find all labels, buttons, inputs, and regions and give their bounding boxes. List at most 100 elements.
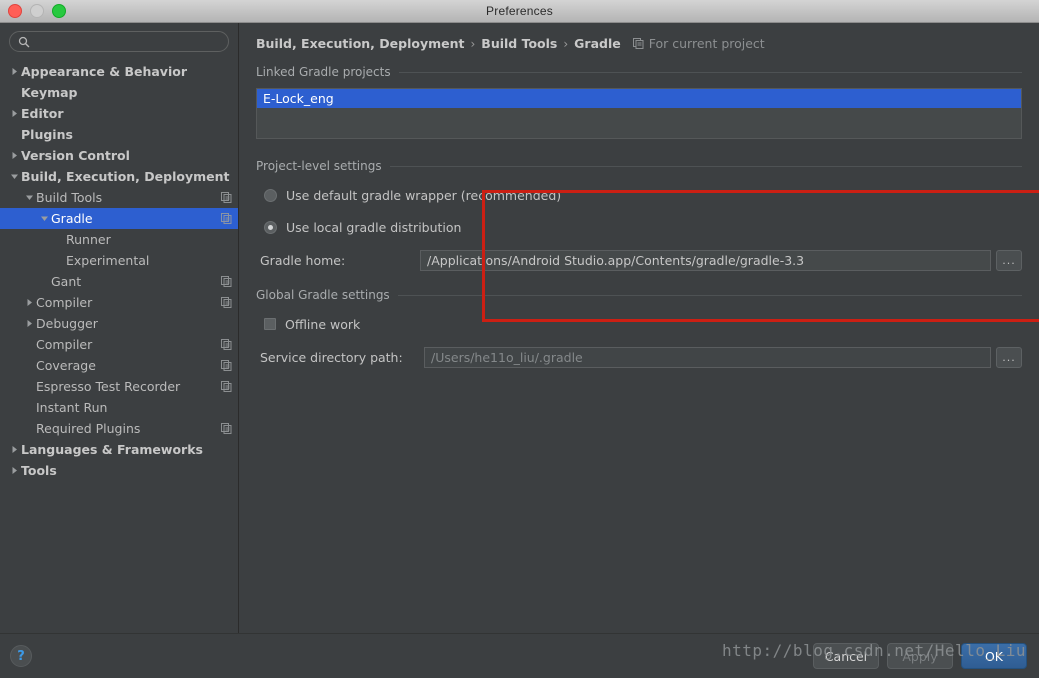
project-settings-title: Project-level settings bbox=[256, 159, 382, 173]
breadcrumb-separator: › bbox=[563, 36, 569, 51]
chevron-right-icon[interactable] bbox=[23, 319, 36, 328]
sidebar-item-editor[interactable]: Editor bbox=[0, 103, 238, 124]
search-icon bbox=[18, 36, 30, 48]
project-scope-icon bbox=[221, 297, 232, 308]
linked-projects-list[interactable]: E-Lock_eng bbox=[256, 88, 1022, 139]
sidebar-item-required-plugins[interactable]: Required Plugins bbox=[0, 418, 238, 439]
sidebar-item-label: Languages & Frameworks bbox=[21, 442, 203, 457]
sidebar-item-label: Appearance & Behavior bbox=[21, 64, 187, 79]
sidebar-item-label: Instant Run bbox=[36, 400, 108, 415]
sidebar-item-version-control[interactable]: Version Control bbox=[0, 145, 238, 166]
cancel-button[interactable]: Cancel bbox=[813, 643, 879, 669]
breadcrumb: Build, Execution, Deployment › Build Too… bbox=[239, 23, 1039, 51]
sidebar-item-label: Required Plugins bbox=[36, 421, 141, 436]
chevron-right-icon[interactable] bbox=[8, 466, 21, 475]
apply-button[interactable]: Apply bbox=[887, 643, 953, 669]
breadcrumb-item-2[interactable]: Build Tools bbox=[481, 36, 557, 51]
project-scope-icon bbox=[221, 276, 232, 287]
sidebar-item-appearance-behavior[interactable]: Appearance & Behavior bbox=[0, 61, 238, 82]
project-scope-icon bbox=[221, 339, 232, 350]
service-directory-row: Service directory path: /Users/he11o_liu… bbox=[256, 347, 1022, 368]
radio-use-default-wrapper[interactable]: Use default gradle wrapper (recommended) bbox=[256, 185, 1022, 205]
checkbox[interactable] bbox=[264, 318, 276, 330]
minimize-button[interactable] bbox=[30, 4, 44, 18]
breadcrumb-item-1[interactable]: Build, Execution, Deployment bbox=[256, 36, 464, 51]
list-item-label: E-Lock_eng bbox=[263, 91, 334, 106]
gradle-home-browse-button[interactable]: ... bbox=[996, 250, 1022, 271]
sidebar-item-coverage[interactable]: Coverage bbox=[0, 355, 238, 376]
sidebar-item-instant-run[interactable]: Instant Run bbox=[0, 397, 238, 418]
section-divider bbox=[398, 71, 1022, 73]
sidebar-item-label: Gradle bbox=[51, 211, 93, 226]
window-controls bbox=[8, 0, 66, 22]
close-button[interactable] bbox=[8, 4, 22, 18]
sidebar-item-languages-frameworks[interactable]: Languages & Frameworks bbox=[0, 439, 238, 460]
sidebar-item-runner[interactable]: Runner bbox=[0, 229, 238, 250]
radio-button[interactable] bbox=[264, 188, 277, 202]
breadcrumb-item-3[interactable]: Gradle bbox=[574, 36, 621, 51]
sidebar-item-gradle[interactable]: Gradle bbox=[0, 208, 238, 229]
sidebar-item-keymap[interactable]: Keymap bbox=[0, 82, 238, 103]
sidebar-item-label: Runner bbox=[66, 232, 111, 247]
chevron-right-icon[interactable] bbox=[23, 298, 36, 307]
sidebar-item-label: Coverage bbox=[36, 358, 96, 373]
help-button[interactable]: ? bbox=[10, 645, 32, 667]
search-input[interactable] bbox=[35, 34, 220, 49]
dialog-footer: ? Cancel Apply OK bbox=[0, 633, 1039, 678]
maximize-button[interactable] bbox=[52, 4, 66, 18]
chevron-down-icon[interactable] bbox=[23, 193, 36, 202]
sidebar-item-label: Version Control bbox=[21, 148, 130, 163]
gradle-home-input[interactable]: /Applications/Android Studio.app/Content… bbox=[420, 250, 991, 271]
sidebar-item-label: Plugins bbox=[21, 127, 73, 142]
sidebar-item-debugger[interactable]: Debugger bbox=[0, 313, 238, 334]
section-divider bbox=[397, 294, 1022, 296]
project-scope-icon bbox=[632, 38, 644, 49]
gradle-home-label: Gradle home: bbox=[260, 253, 346, 268]
sidebar-item-build-execution-deployment[interactable]: Build, Execution, Deployment bbox=[0, 166, 238, 187]
linked-projects-title: Linked Gradle projects bbox=[256, 65, 391, 79]
service-directory-browse-button[interactable]: ... bbox=[996, 347, 1022, 368]
global-settings-title: Global Gradle settings bbox=[256, 288, 390, 302]
project-level-settings-section: Project-level settings Use default gradl… bbox=[256, 159, 1022, 271]
section-divider bbox=[389, 165, 1022, 167]
sidebar-item-compiler[interactable]: Compiler bbox=[0, 334, 238, 355]
scope-label: For current project bbox=[648, 36, 765, 51]
chevron-right-icon[interactable] bbox=[8, 151, 21, 160]
ok-button[interactable]: OK bbox=[961, 643, 1027, 669]
linked-projects-header: Linked Gradle projects bbox=[256, 65, 1022, 79]
service-directory-input[interactable]: /Users/he11o_liu/.gradle bbox=[424, 347, 991, 368]
chevron-down-icon[interactable] bbox=[8, 172, 21, 181]
sidebar-item-gant[interactable]: Gant bbox=[0, 271, 238, 292]
project-scope-icon bbox=[221, 213, 232, 224]
chevron-right-icon[interactable] bbox=[8, 109, 21, 118]
title-bar: Preferences bbox=[0, 0, 1039, 23]
sidebar-item-compiler[interactable]: Compiler bbox=[0, 292, 238, 313]
sidebar-item-build-tools[interactable]: Build Tools bbox=[0, 187, 238, 208]
preferences-window: Preferences Appearance & Behavior Keymap E… bbox=[0, 0, 1039, 678]
linked-projects-section: Linked Gradle projects E-Lock_eng bbox=[256, 65, 1022, 139]
checkbox-offline-work[interactable]: Offline work bbox=[256, 314, 1022, 334]
radio-label: Use default gradle wrapper (recommended) bbox=[286, 187, 562, 203]
sidebar-item-label: Build, Execution, Deployment bbox=[21, 169, 230, 184]
breadcrumb-separator: › bbox=[470, 36, 476, 51]
settings-sidebar: Appearance & Behavior Keymap Editor Plugins… bbox=[0, 23, 239, 633]
chevron-right-icon[interactable] bbox=[8, 67, 21, 76]
sidebar-item-experimental[interactable]: Experimental bbox=[0, 250, 238, 271]
chevron-down-icon[interactable] bbox=[38, 214, 51, 223]
sidebar-item-label: Espresso Test Recorder bbox=[36, 379, 181, 394]
sidebar-item-plugins[interactable]: Plugins bbox=[0, 124, 238, 145]
sidebar-item-label: Editor bbox=[21, 106, 64, 121]
chevron-right-icon[interactable] bbox=[8, 445, 21, 454]
list-item[interactable]: E-Lock_eng bbox=[257, 89, 1021, 108]
project-settings-header: Project-level settings bbox=[256, 159, 1022, 173]
checkbox-label: Offline work bbox=[285, 316, 361, 332]
sidebar-item-tools[interactable]: Tools bbox=[0, 460, 238, 481]
settings-tree: Appearance & Behavior Keymap Editor Plugins… bbox=[0, 58, 238, 633]
sidebar-item-label: Gant bbox=[51, 274, 82, 289]
sidebar-item-espresso-test-recorder[interactable]: Espresso Test Recorder bbox=[0, 376, 238, 397]
search-field[interactable] bbox=[9, 31, 229, 52]
radio-use-local-distribution[interactable]: Use local gradle distribution bbox=[256, 217, 1022, 237]
project-scope-icon bbox=[221, 381, 232, 392]
global-settings-header: Global Gradle settings bbox=[256, 288, 1022, 302]
radio-button-selected[interactable] bbox=[264, 220, 277, 234]
